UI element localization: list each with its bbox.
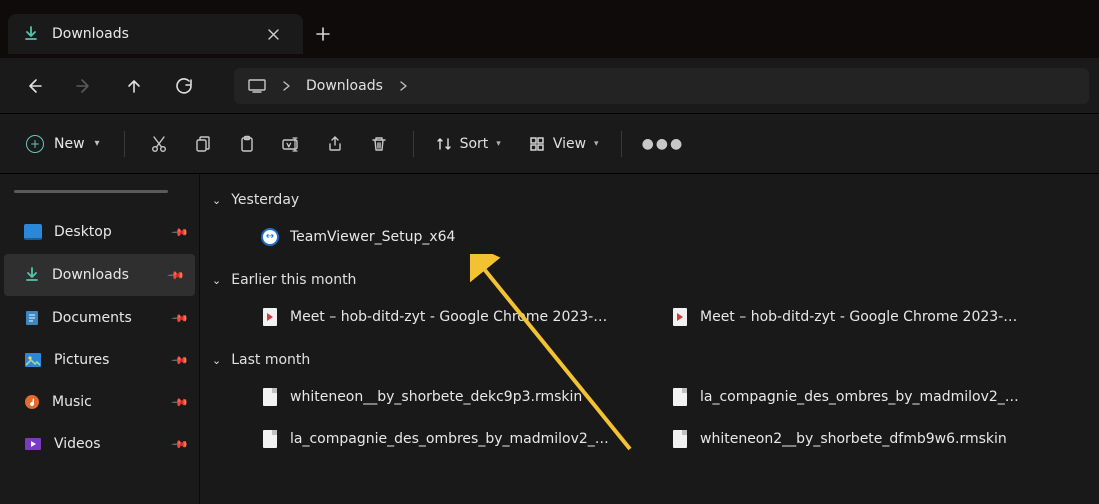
tab-downloads[interactable]: Downloads — [8, 14, 303, 54]
music-icon — [24, 394, 40, 410]
view-button[interactable]: View ▾ — [519, 126, 609, 162]
videos-icon — [24, 437, 42, 451]
pictures-icon — [24, 352, 42, 368]
paste-button[interactable] — [225, 126, 269, 162]
pin-icon: 📌 — [167, 266, 186, 285]
download-arrow-icon — [22, 25, 40, 43]
file-icon — [260, 387, 280, 407]
sidebar-item-label: Desktop — [54, 224, 112, 240]
file-icon — [260, 429, 280, 449]
pin-icon: 📌 — [171, 393, 190, 412]
separator — [413, 131, 414, 157]
sort-icon — [436, 136, 452, 152]
file-name: la_compagnie_des_ombres_by_madmilov2_d… — [700, 389, 1020, 405]
chevron-down-icon: ▾ — [95, 138, 100, 149]
file-name: whiteneon__by_shorbete_dekc9p3.rmskin — [290, 389, 582, 405]
teamviewer-icon: ↔ — [260, 227, 280, 247]
file-name: Meet – hob-ditd-zyt - Google Chrome 2023… — [700, 309, 1017, 325]
file-name: la_compagnie_des_ombres_by_madmilov2_d… — [290, 431, 610, 447]
tab-title: Downloads — [52, 26, 247, 42]
file-item[interactable]: la_compagnie_des_ombres_by_madmilov2_d… — [618, 376, 1028, 418]
forward-button[interactable] — [60, 66, 108, 106]
sort-label: Sort — [460, 136, 489, 152]
grid-icon — [529, 136, 545, 152]
cut-button[interactable] — [137, 126, 181, 162]
file-item[interactable]: Meet – hob-ditd-zyt - Google Chrome 2023… — [618, 296, 1028, 338]
sidebar-item-desktop[interactable]: Desktop 📌 — [0, 211, 199, 253]
sidebar-item-downloads[interactable]: Downloads 📌 — [4, 254, 195, 296]
documents-icon — [24, 309, 40, 327]
sidebar-item-pictures[interactable]: Pictures 📌 — [0, 339, 199, 381]
chevron-down-icon: ⌄ — [212, 194, 221, 207]
sidebar-separator — [14, 190, 168, 193]
sidebar-item-music[interactable]: Music 📌 — [0, 381, 199, 423]
file-item[interactable]: whiteneon__by_shorbete_dekc9p3.rmskin — [208, 376, 618, 418]
desktop-icon — [24, 224, 42, 240]
refresh-button[interactable] — [160, 66, 208, 106]
chevron-down-icon: ▾ — [594, 139, 599, 149]
delete-button[interactable] — [357, 126, 401, 162]
group-label: Last month — [231, 352, 310, 368]
breadcrumb-item[interactable]: Downloads — [306, 78, 383, 94]
more-button[interactable]: ●●● — [634, 136, 693, 152]
chevron-right-icon — [399, 81, 407, 91]
file-item[interactable]: la_compagnie_des_ombres_by_madmilov2_d… — [208, 418, 618, 460]
sidebar: Desktop 📌 Downloads 📌 Documents 📌 Pictur… — [0, 174, 200, 504]
rename-button[interactable] — [269, 126, 313, 162]
file-item[interactable]: whiteneon2__by_shorbete_dfmb9w6.rmskin — [618, 418, 1028, 460]
up-button[interactable] — [110, 66, 158, 106]
plus-circle-icon: + — [26, 135, 44, 153]
chevron-down-icon: ▾ — [496, 139, 501, 149]
group-label: Earlier this month — [231, 272, 356, 288]
file-list: ⌄ Yesterday ↔ TeamViewer_Setup_x64 ⌄ Ear… — [200, 174, 1099, 504]
file-icon — [670, 429, 690, 449]
video-file-icon — [670, 307, 690, 327]
close-tab-button[interactable] — [259, 20, 287, 48]
new-label: New — [54, 136, 85, 152]
pin-icon: 📌 — [171, 223, 190, 242]
share-button[interactable] — [313, 126, 357, 162]
download-arrow-icon — [24, 267, 40, 283]
copy-button[interactable] — [181, 126, 225, 162]
chevron-down-icon: ⌄ — [212, 354, 221, 367]
sidebar-item-label: Pictures — [54, 352, 109, 368]
pin-icon: 📌 — [171, 435, 190, 454]
video-file-icon — [260, 307, 280, 327]
new-button[interactable]: + New ▾ — [14, 126, 112, 162]
file-icon — [670, 387, 690, 407]
sidebar-item-label: Downloads — [52, 267, 129, 283]
pin-icon: 📌 — [171, 309, 190, 328]
sidebar-item-videos[interactable]: Videos 📌 — [0, 423, 199, 465]
this-pc-icon — [248, 79, 266, 93]
view-label: View — [553, 136, 586, 152]
sidebar-item-label: Videos — [54, 436, 101, 452]
file-name: TeamViewer_Setup_x64 — [290, 229, 455, 245]
nav-bar: Downloads — [0, 58, 1099, 114]
chevron-down-icon: ⌄ — [212, 274, 221, 287]
pin-icon: 📌 — [171, 351, 190, 370]
group-header[interactable]: ⌄ Earlier this month — [208, 268, 1087, 296]
back-button[interactable] — [10, 66, 58, 106]
sidebar-item-label: Documents — [52, 310, 132, 326]
file-name: whiteneon2__by_shorbete_dfmb9w6.rmskin — [700, 431, 1007, 447]
group-label: Yesterday — [231, 192, 299, 208]
file-name: Meet – hob-ditd-zyt - Google Chrome 2023… — [290, 309, 607, 325]
sidebar-item-label: Music — [52, 394, 92, 410]
separator — [621, 131, 622, 157]
group-header[interactable]: ⌄ Last month — [208, 348, 1087, 376]
titlebar: Downloads — [0, 0, 1099, 58]
sort-button[interactable]: Sort ▾ — [426, 126, 511, 162]
separator — [124, 131, 125, 157]
breadcrumb[interactable]: Downloads — [234, 68, 1089, 104]
new-tab-button[interactable] — [303, 14, 343, 54]
file-item[interactable]: ↔ TeamViewer_Setup_x64 — [208, 216, 618, 258]
group-header[interactable]: ⌄ Yesterday — [208, 188, 1087, 216]
sidebar-item-documents[interactable]: Documents 📌 — [0, 297, 199, 339]
file-item[interactable]: Meet – hob-ditd-zyt - Google Chrome 2023… — [208, 296, 618, 338]
toolbar: + New ▾ Sort ▾ View ▾ ●●● — [0, 114, 1099, 174]
chevron-right-icon — [282, 81, 290, 91]
